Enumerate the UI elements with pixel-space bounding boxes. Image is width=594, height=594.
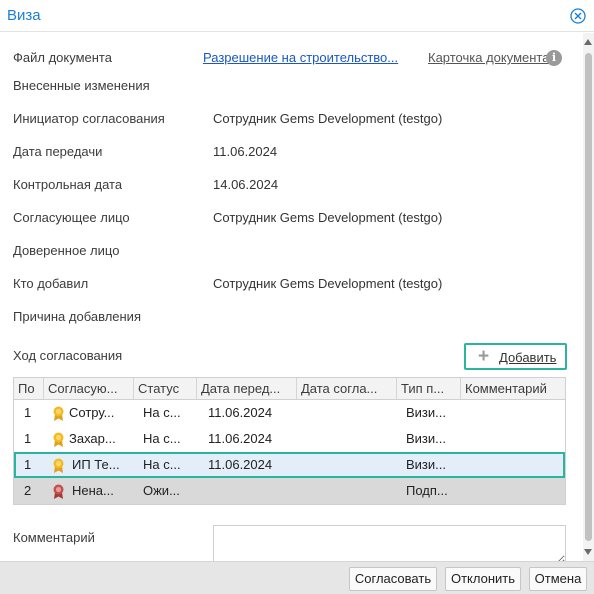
row-type: Визи... (406, 405, 446, 420)
row-order: 1 (24, 405, 32, 420)
row-type: Подп... (406, 483, 448, 498)
initiator-label: Инициатор согласования (13, 111, 165, 126)
scroll-up-arrow-icon[interactable] (584, 39, 592, 45)
changes-label: Внесенные изменения (13, 78, 150, 93)
add-button[interactable]: + Добавить (464, 343, 567, 370)
close-icon[interactable] (570, 8, 586, 24)
row-type: Визи... (406, 431, 446, 446)
add-button-label: Добавить (499, 350, 557, 365)
row-order: 1 (24, 431, 32, 446)
row-approver: ИП Те... (72, 457, 120, 472)
control-date-value: 14.06.2024 (213, 177, 279, 192)
row-status: Ожи... (143, 483, 180, 498)
row-type: Визи... (406, 457, 446, 472)
cancel-button[interactable]: Отмена (529, 567, 587, 591)
column-header-order[interactable]: По (14, 378, 44, 399)
grid-header: По Согласую... Статус Дата перед... Дата… (14, 378, 565, 400)
document-card-link[interactable]: Карточка документа (428, 50, 549, 65)
added-by-label: Кто добавил (13, 276, 89, 291)
row-date-sent: 11.06.2024 (208, 405, 273, 420)
column-header-date-sent[interactable]: Дата перед... (197, 378, 297, 399)
approval-progress-title: Ход согласования (13, 348, 123, 363)
comment-label: Комментарий (13, 530, 95, 545)
reason-label: Причина добавления (13, 309, 141, 324)
trusted-person-label: Доверенное лицо (13, 243, 120, 258)
red-medal-icon (53, 484, 64, 499)
vertical-scrollbar[interactable] (583, 33, 594, 561)
transfer-date-value: 11.06.2024 (213, 144, 278, 159)
window-titlebar: Виза (0, 0, 594, 32)
row-order: 2 (24, 483, 32, 498)
approve-button[interactable]: Согласовать (349, 567, 437, 591)
column-header-status[interactable]: Статус (134, 378, 197, 399)
table-row[interactable]: 1 Сотру... На с... 11.06.2024 Визи... (14, 400, 565, 426)
control-date-label: Контрольная дата (13, 177, 123, 192)
row-approver: Нена... (72, 483, 114, 498)
row-approver: Захар... (69, 431, 116, 446)
row-order: 1 (24, 457, 32, 472)
table-row[interactable]: 2 Нена... Ожи... Подп... (14, 478, 565, 504)
approver-value: Сотрудник Gems Development (testgo) (213, 210, 443, 225)
plus-icon: + (478, 346, 490, 367)
scroll-thumb[interactable] (585, 53, 592, 541)
gold-medal-icon (53, 432, 64, 447)
row-status: На с... (143, 457, 181, 472)
info-icon[interactable]: i (546, 50, 562, 66)
window-title: Виза (7, 7, 41, 24)
gold-medal-icon (53, 406, 64, 421)
column-header-comment[interactable]: Комментарий (461, 378, 565, 399)
table-row[interactable]: 1 Захар... На с... 11.06.2024 Визи... (14, 426, 565, 452)
approval-grid: По Согласую... Статус Дата перед... Дата… (13, 377, 566, 505)
initiator-value: Сотрудник Gems Development (testgo) (213, 111, 443, 126)
comment-field[interactable] (213, 525, 566, 565)
column-header-approver[interactable]: Согласую... (44, 378, 134, 399)
approver-label: Согласующее лицо (13, 210, 130, 225)
row-date-sent: 11.06.2024 (208, 457, 273, 472)
reject-button[interactable]: Отклонить (445, 567, 521, 591)
file-label: Файл документа (13, 50, 112, 65)
table-row-selected[interactable]: 1 ИП Те... На с... 11.06.2024 Визи... (14, 452, 565, 478)
dialog-footer: Согласовать Отклонить Отмена (0, 561, 594, 594)
gold-medal-icon (53, 458, 64, 473)
row-date-sent: 11.06.2024 (208, 431, 273, 446)
row-status: На с... (143, 405, 181, 420)
row-status: На с... (143, 431, 181, 446)
column-header-date-approved[interactable]: Дата согла... (297, 378, 397, 399)
added-by-value: Сотрудник Gems Development (testgo) (213, 276, 443, 291)
scroll-down-arrow-icon[interactable] (584, 549, 592, 555)
transfer-date-label: Дата передачи (13, 144, 103, 159)
column-header-type[interactable]: Тип п... (397, 378, 461, 399)
file-link[interactable]: Разрешение на строительство... (203, 50, 398, 65)
row-approver: Сотру... (69, 405, 115, 420)
